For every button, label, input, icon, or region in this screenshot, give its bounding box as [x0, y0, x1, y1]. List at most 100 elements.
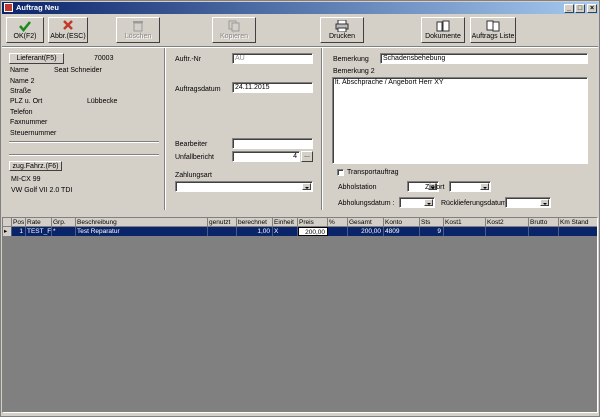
minimize-button[interactable]: _: [564, 4, 574, 13]
abbrechen-label: Abbr.(ESC): [50, 33, 86, 40]
ok-label: OK(F2): [13, 33, 37, 40]
name-label: Name: [10, 67, 29, 74]
ok-button[interactable]: OK(F2): [6, 17, 44, 43]
zielort-label: Zielort: [425, 184, 445, 191]
unfallbericht-field[interactable]: 4: [232, 151, 300, 162]
cell-einheit[interactable]: X: [273, 227, 298, 236]
ruecklieferungsdatum-select[interactable]: [505, 197, 551, 208]
grid-corner: [3, 218, 12, 227]
auftragsliste-label: Auftrags Liste: [471, 33, 515, 40]
middle-panel-divider: [321, 48, 323, 210]
left-panel-divider: [164, 48, 166, 210]
col-header-grp[interactable]: Grp.: [52, 218, 76, 227]
chevron-down-icon[interactable]: [540, 199, 549, 206]
col-header-gesamt[interactable]: Gesamt: [348, 218, 384, 227]
col-header-berechnet[interactable]: berechnet: [237, 218, 273, 227]
auftragsdatum-label: Auftragsdatum: [175, 86, 221, 93]
transportauftrag-checkbox[interactable]: [337, 169, 344, 176]
lieferant-button[interactable]: Lieferant(F5): [9, 53, 64, 64]
telefon-label: Telefon: [10, 109, 33, 116]
col-header-beschreibung[interactable]: Beschreibung: [76, 218, 208, 227]
unfallbericht-label: Unfallbericht: [175, 154, 214, 161]
row-indicator[interactable]: ▸: [3, 227, 12, 236]
positions-grid[interactable]: Pos Rate Grp. Beschreibung genutzt berec…: [2, 217, 598, 413]
bearbeiter-label: Bearbeiter: [175, 141, 208, 148]
zugehoeriges-fahrzeug-button[interactable]: zug.Fahrz.(F6): [9, 161, 62, 171]
col-header-preis[interactable]: Preis: [298, 218, 328, 227]
x-icon: [63, 20, 73, 30]
cell-grp[interactable]: *: [52, 227, 76, 236]
abholstation-label: Abholstation: [338, 184, 377, 191]
maximize-button[interactable]: □: [575, 4, 585, 13]
printer-icon: [335, 20, 349, 32]
plz-ort-value: Lübbecke: [87, 98, 118, 105]
cell-kost1[interactable]: [444, 227, 486, 236]
unfallbericht-browse-button[interactable]: ...: [301, 151, 313, 162]
drucken-button[interactable]: Drucken: [320, 17, 364, 43]
abbrechen-button[interactable]: Abbr.(ESC): [48, 17, 88, 43]
lieferant-number: 70003: [94, 55, 114, 62]
cell-berechnet[interactable]: 1,00: [237, 227, 273, 236]
bemerkung-label: Bemerkung: [333, 56, 369, 63]
cell-pos[interactable]: 1: [12, 227, 26, 236]
list-icon: [486, 20, 500, 32]
chevron-down-icon[interactable]: [480, 183, 489, 190]
cell-km-stand[interactable]: [559, 227, 597, 236]
bemerkung2-textarea[interactable]: lt. Abschprache / Angebort Herr XY: [332, 77, 588, 164]
abholungsdatum-label: Abholungsdatum :: [338, 200, 395, 207]
cell-preis[interactable]: 200,00: [298, 227, 328, 236]
col-header-km-stand[interactable]: Km Stand: [559, 218, 597, 227]
auftr-nr-field[interactable]: AU: [232, 53, 313, 64]
cell-prozent[interactable]: [328, 227, 348, 236]
copy-icon: [228, 20, 240, 32]
chevron-down-icon[interactable]: [302, 183, 311, 190]
fahrzeug-modell: VW Golf VII 2.0 TDI: [11, 187, 73, 194]
col-header-konto[interactable]: Konto: [384, 218, 420, 227]
bearbeiter-field[interactable]: [232, 138, 313, 149]
toolbar-separator: [2, 46, 598, 48]
cell-konto[interactable]: 4809: [384, 227, 420, 236]
dokumente-button[interactable]: Dokumente: [421, 17, 465, 43]
window-title: Auftrag Neu: [16, 3, 59, 12]
toolbar: OK(F2) Abbr.(ESC) Löschen Kopieren Druck…: [2, 15, 598, 45]
col-header-genutzt[interactable]: genutzt: [208, 218, 237, 227]
transportauftrag-label: Transportauftrag: [347, 169, 399, 176]
auftr-nr-label: Auftr.-Nr: [175, 56, 202, 63]
app-icon: [4, 3, 13, 12]
col-header-sts[interactable]: Sts: [420, 218, 444, 227]
auftragsliste-button[interactable]: Auftrags Liste: [470, 17, 516, 43]
col-header-pos[interactable]: Pos: [12, 218, 26, 227]
loeschen-button[interactable]: Löschen: [116, 17, 160, 43]
chevron-down-icon[interactable]: [424, 199, 433, 206]
cell-brutto[interactable]: [529, 227, 559, 236]
close-button[interactable]: ×: [587, 4, 597, 13]
documents-icon: [436, 20, 450, 32]
cell-rate[interactable]: TEST_F: [26, 227, 52, 236]
name2-label: Name 2: [10, 78, 35, 85]
col-header-kost1[interactable]: Kost1: [444, 218, 486, 227]
main-window: Auftrag Neu _ □ × OK(F2) Abbr.(ESC) Lösc…: [0, 0, 600, 417]
auftragsdatum-field[interactable]: 24.11.2015: [232, 82, 313, 93]
col-header-prozent[interactable]: %: [328, 218, 348, 227]
abholungsdatum-select[interactable]: [399, 197, 435, 208]
cell-beschreibung[interactable]: Test Reparatur: [76, 227, 208, 236]
bemerkung-field[interactable]: Schadensbehebung: [380, 53, 588, 64]
title-bar[interactable]: Auftrag Neu _ □ ×: [2, 2, 598, 14]
col-header-rate[interactable]: Rate: [26, 218, 52, 227]
col-header-einheit[interactable]: Einheit: [273, 218, 298, 227]
zielort-select[interactable]: [449, 181, 491, 192]
cell-sts[interactable]: 9: [420, 227, 444, 236]
zahlungsart-select[interactable]: [175, 181, 313, 192]
steuernummer-label: Steuernummer: [10, 130, 57, 137]
cell-kost2[interactable]: [486, 227, 529, 236]
dokumente-label: Dokumente: [425, 33, 461, 40]
cell-gesamt[interactable]: 200,00: [348, 227, 384, 236]
check-icon: [19, 21, 31, 32]
col-header-kost2[interactable]: Kost2: [486, 218, 529, 227]
kopieren-button[interactable]: Kopieren: [212, 17, 256, 43]
ruecklieferungsdatum-label: Rücklieferungsdatum :: [441, 200, 511, 207]
left-separator-1: [9, 141, 159, 143]
cell-genutzt[interactable]: [208, 227, 237, 236]
zahlungsart-label: Zahlungsart: [175, 172, 212, 179]
col-header-brutto[interactable]: Brutto: [529, 218, 559, 227]
